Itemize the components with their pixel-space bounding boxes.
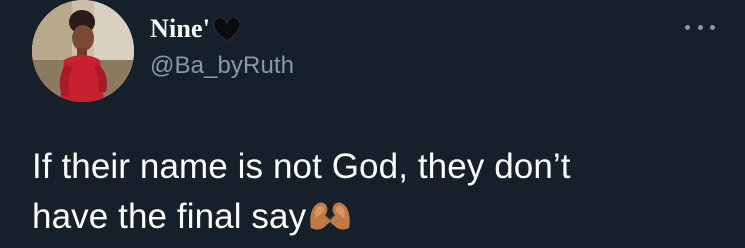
tweet-text: If their name is not God, they don’t hav… bbox=[32, 142, 722, 242]
more-options-icon[interactable] bbox=[685, 20, 715, 34]
tweet-text-line-1: If their name is not God, they don’t bbox=[32, 147, 571, 186]
username-handle[interactable]: @Ba_byRuth bbox=[150, 52, 294, 80]
tweet-card: Nine' @Ba_byRuth If their name is not Go… bbox=[0, 0, 745, 248]
display-name-row[interactable]: Nine' bbox=[150, 13, 242, 45]
tweet-text-line-2: have the final say bbox=[32, 197, 307, 236]
heart-hands-emoji bbox=[307, 196, 353, 230]
avatar[interactable] bbox=[32, 0, 134, 102]
display-name[interactable]: Nine' bbox=[150, 14, 210, 44]
black-heart-icon bbox=[212, 15, 242, 43]
